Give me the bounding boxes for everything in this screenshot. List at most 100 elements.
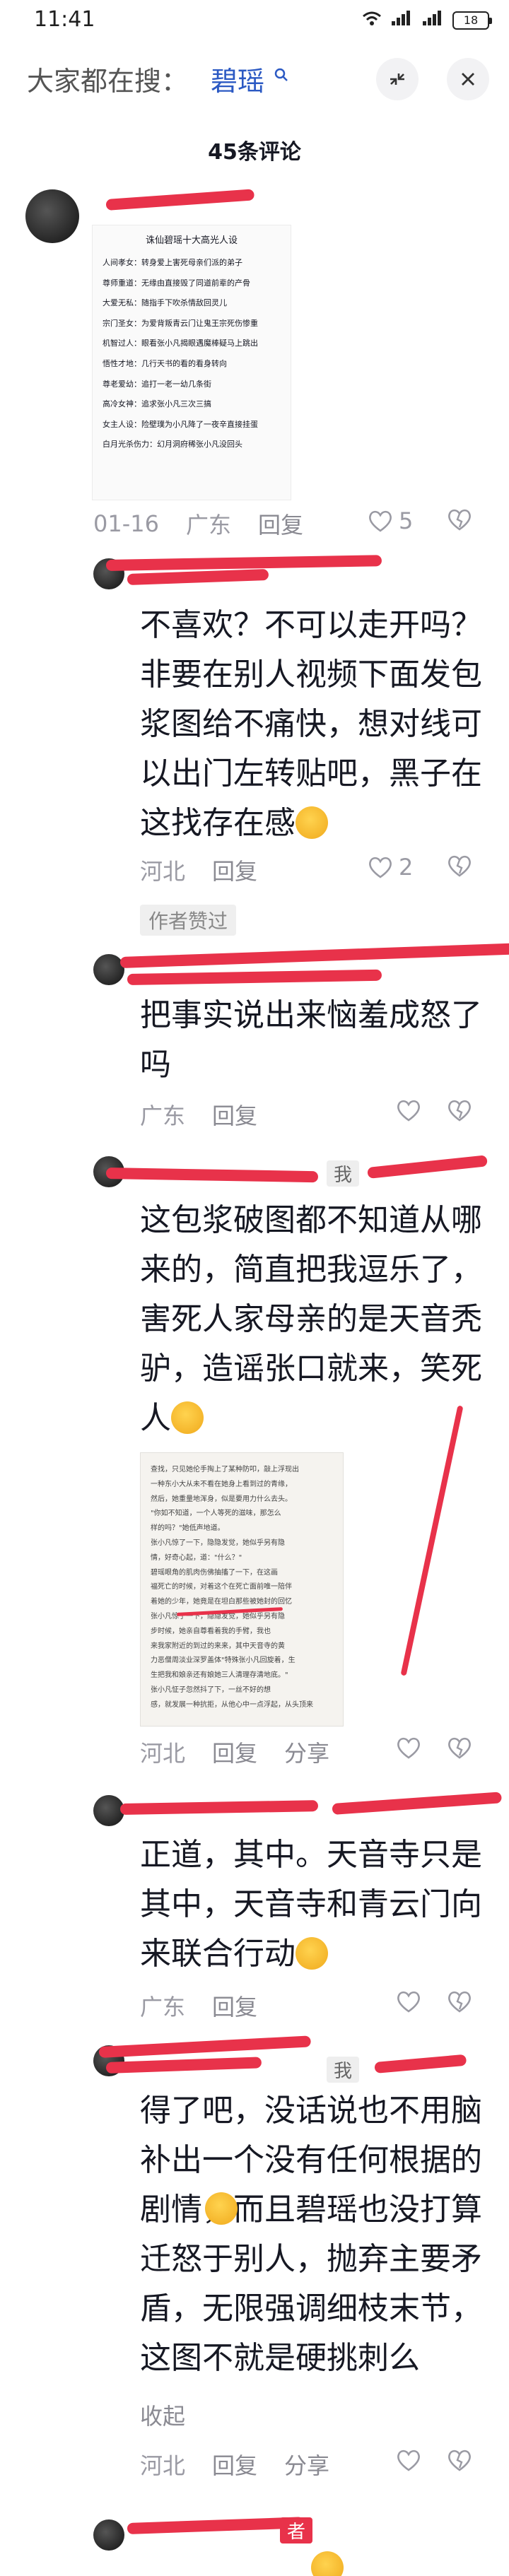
image-line: 力恶僧周淡业深罗盖体"特殊张小凡回旋着，生: [151, 1657, 296, 1665]
avatar[interactable]: [25, 189, 79, 243]
heart-icon: [397, 2449, 420, 2471]
image-line: 生把我和娘亲还有娘她三人清理存清地底。": [151, 1671, 288, 1680]
close-button[interactable]: [447, 58, 489, 100]
dislike-button[interactable]: [447, 2448, 472, 2472]
image-line: 一种东小大从未不看在她身上看到过的青缘，: [151, 1480, 292, 1488]
heart-icon: [397, 1100, 420, 1122]
status-icons: 18: [362, 10, 492, 30]
broken-heart-icon: [448, 855, 471, 877]
image-line: 张小凡惊了一下，隐隐发觉，她似乎另有隐: [151, 1539, 285, 1547]
broken-heart-icon: [448, 1737, 471, 1759]
heart-icon: [369, 857, 392, 878]
heart-icon: [369, 510, 392, 532]
reply-button[interactable]: 回复: [212, 2448, 257, 2481]
reply-button[interactable]: 回复: [258, 507, 303, 540]
image-line: 宗门圣女：为爱背叛青云门让鬼王宗死伤惨重: [103, 318, 258, 328]
comment-text: 把事实说出来恼羞成怒了吗: [140, 997, 482, 1083]
like-button[interactable]: [396, 2448, 421, 2472]
comment-text: 正道，其中。天音寺只是其中，天音寺和青云门向来联合行动: [140, 1837, 482, 1972]
signal-5g-icon: [421, 10, 444, 30]
comment-image[interactable]: 查找，只见她伦手掏上了某种防叩，敲上浮现出 一种东小大从未不看在她身上看到过的青…: [140, 1452, 344, 1727]
image-line: 人间孝女：转身爱上害死母亲们派的弟子: [103, 258, 242, 267]
image-line: 尊师重道：无缘由直接毁了同道前辈的产骨: [103, 278, 250, 288]
thinking-emoji-icon: [171, 1401, 204, 1434]
share-button[interactable]: 分享: [284, 2448, 329, 2481]
image-line: 机智过人：眼看张小凡揭眼遇魔棒疑马上跳出: [103, 339, 258, 348]
redacted-username: [127, 569, 269, 585]
image-line: 张小凡怔子忽然抖了下，一丝不好的想: [151, 1686, 271, 1694]
comment-meta: 01-16 广东 回复: [93, 507, 330, 540]
red-annotation-stroke: [400, 1405, 464, 1676]
author-badge: 者: [280, 2517, 313, 2543]
image-title: 诛仙碧瑶十大高光人设: [145, 235, 238, 246]
image-line: 感，就发展一种抗拒，从他心中一点浮起，从头顶来: [151, 1700, 313, 1709]
close-icon: [462, 73, 474, 86]
redacted-username: [367, 1155, 488, 1179]
dislike-button[interactable]: [447, 1736, 472, 1760]
image-line: 查找，只见她伦手掏上了某种防叩，敲上浮现出: [151, 1466, 299, 1474]
comment-meta: 广东 回复: [140, 1098, 284, 1131]
smiling-emoji-icon: [296, 1937, 328, 1970]
avatar[interactable]: [93, 2519, 124, 2551]
comment-meta: 广东 回复: [140, 1989, 284, 2022]
reply-button[interactable]: 回复: [212, 1098, 257, 1131]
redacted-username: [98, 2035, 312, 2058]
expand-button[interactable]: [376, 58, 419, 100]
search-icon[interactable]: [274, 68, 288, 82]
like-button[interactable]: [396, 1098, 421, 1122]
collapse-arrows-icon: [390, 73, 404, 85]
image-line: 女主人设：险壁璞为小凡降了一夜辛直接挂蛋: [103, 419, 258, 429]
image-line: 福死亡的时候，对着这个在死亡面前唯一陪伴: [151, 1583, 292, 1592]
comment-region: 河北: [140, 1740, 186, 1767]
broken-heart-icon: [448, 1100, 471, 1122]
comment-date: 01-16: [93, 510, 159, 537]
image-line: 碧瑶眼角的肌肉伤佛抽搐了一下，在这画: [151, 1568, 278, 1577]
search-term-link[interactable]: 碧瑶: [211, 59, 264, 98]
dislike-button[interactable]: [447, 1989, 472, 2013]
dislike-button[interactable]: [447, 854, 472, 878]
reply-button[interactable]: 回复: [212, 854, 257, 886]
comment-region: 河北: [140, 858, 186, 885]
status-bar: 11:41 18: [0, 0, 509, 44]
like-button[interactable]: [396, 1989, 421, 2013]
comment-image[interactable]: 诛仙碧瑶十大高光人设 人间孝女：转身爱上害死母亲们派的弟子 尊师重道：无缘由直接…: [92, 225, 291, 500]
heart-icon: [397, 1991, 420, 2013]
share-button[interactable]: 分享: [284, 1736, 329, 1768]
comment-meta: 河北 回复: [140, 854, 284, 886]
thinking-emoji-icon: [205, 2192, 238, 2225]
image-line: 白月光杀伤力：幻月洞府稀张小凡没回头: [103, 440, 242, 449]
like-button[interactable]: 5: [368, 507, 413, 534]
like-button[interactable]: [396, 1736, 421, 1760]
dislike-button[interactable]: [447, 507, 472, 531]
broken-heart-icon: [448, 2449, 471, 2471]
like-count: 2: [399, 854, 414, 881]
image-line: 尊老爱幼：追打一老一幼几条街: [103, 379, 211, 389]
like-button[interactable]: 2: [368, 854, 413, 881]
image-line: "你如不知道，一个人等死的滋味，那怎么: [151, 1510, 281, 1518]
comment-text: 这包浆破图都不知道从哪来的，简直把我逗乐了，害死人家母亲的是天音秃驴，造谣张口就…: [140, 1202, 482, 1436]
comment-count-title: 45条评论: [208, 140, 301, 165]
image-line: 然后，她重量地浑身，似是要用力什么去头。: [151, 1495, 292, 1503]
search-header: 大家都在搜： 碧瑶: [0, 44, 509, 114]
me-badge: 我: [327, 2057, 360, 2083]
reply-button[interactable]: 回复: [212, 1736, 257, 1768]
avatar[interactable]: [93, 954, 124, 985]
author-liked-badge: 作者赞过: [140, 905, 237, 936]
battery-icon: 18: [452, 11, 492, 30]
comment-meta: 河北 回复 分享: [140, 2448, 356, 2481]
me-badge: 我: [327, 1160, 360, 1187]
comment-region: 广东: [185, 512, 231, 539]
status-time: 11:41: [34, 7, 95, 32]
dislike-button[interactable]: [447, 1098, 472, 1122]
redacted-username: [105, 189, 255, 211]
collapse-link[interactable]: 收起: [140, 2399, 212, 2431]
comment-region: 广东: [140, 1102, 186, 1129]
image-line: 着她的少年，她竟是在坦白那些被她封的回忆: [151, 1598, 292, 1606]
reply-button[interactable]: 回复: [212, 1989, 257, 2022]
redacted-username: [127, 969, 382, 985]
comment-text: 不喜欢？不可以走开吗？非要在别人视频下面发包浆图给不痛快，想对线可以出门左转贴吧…: [140, 607, 482, 841]
heart-icon: [397, 1737, 420, 1759]
signal-4g-icon: [390, 10, 413, 30]
image-line: 高冷女神：追求张小凡三次三搞: [103, 399, 211, 409]
image-line: 大爱无私：随指手下吹杀情敌回灵儿: [103, 298, 227, 308]
